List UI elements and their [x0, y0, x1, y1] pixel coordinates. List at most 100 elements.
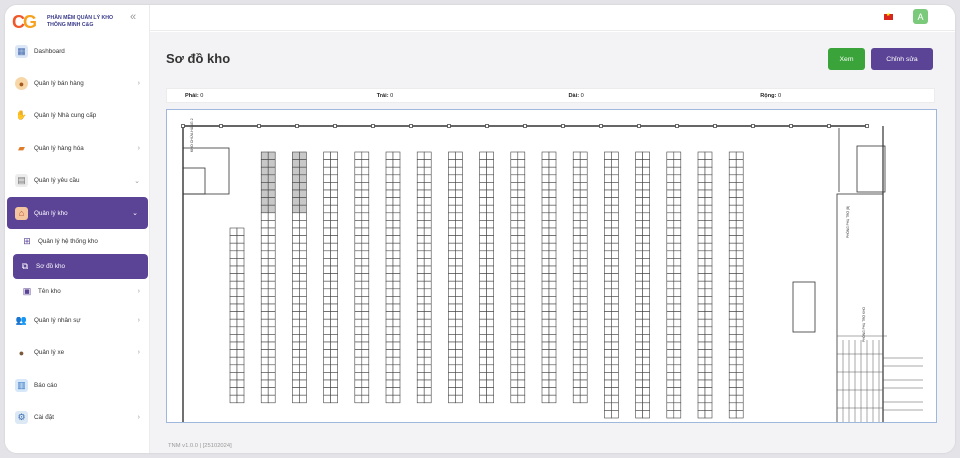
rack-cell[interactable] [735, 410, 744, 419]
rack-cell[interactable] [704, 410, 713, 419]
rack-cell[interactable] [486, 318, 494, 328]
rack-cell[interactable] [448, 379, 456, 388]
rack-cell[interactable] [604, 151, 612, 160]
rack-cell[interactable] [579, 394, 588, 404]
rack-cell[interactable] [323, 204, 331, 214]
sidebar-item-settings[interactable]: ⚙ Cài đặt › [5, 402, 150, 434]
rack-cell[interactable] [267, 280, 276, 290]
rack-cell[interactable] [385, 250, 394, 259]
rack-cell[interactable] [604, 394, 612, 404]
rack-cell[interactable] [229, 379, 238, 388]
rack-cell[interactable] [572, 288, 581, 297]
rack-cell[interactable] [572, 220, 581, 229]
rack-cell[interactable] [323, 372, 331, 381]
rack-cell[interactable] [735, 280, 744, 290]
rack-cell[interactable] [728, 182, 737, 191]
rack-cell[interactable] [728, 356, 737, 366]
rack-cell[interactable] [579, 258, 588, 267]
rack-cell[interactable] [673, 174, 682, 183]
rack-cell[interactable] [361, 265, 370, 274]
rack-cell[interactable] [292, 356, 300, 366]
rack-cell[interactable] [604, 242, 612, 252]
rack-cell[interactable] [666, 334, 675, 343]
rack-cell[interactable] [361, 394, 370, 404]
rack-cell[interactable] [392, 326, 401, 335]
rack-cell[interactable] [392, 174, 401, 183]
rack-cell[interactable] [486, 242, 494, 252]
rack-cell[interactable] [604, 326, 612, 335]
rack-cell[interactable] [260, 235, 269, 244]
rack-cell[interactable] [604, 220, 612, 229]
rack-cell[interactable] [735, 159, 744, 168]
rack-cell[interactable] [448, 182, 456, 191]
rack-cell[interactable] [666, 402, 675, 411]
rack-cell[interactable] [260, 288, 269, 297]
rack-cell[interactable] [330, 394, 338, 404]
rack-cell[interactable] [666, 387, 675, 396]
rack-cell[interactable] [697, 204, 706, 214]
rack-cell[interactable] [735, 326, 744, 335]
rack-cell[interactable] [260, 296, 269, 305]
rack-cell[interactable] [611, 159, 619, 168]
rack-cell[interactable] [548, 394, 557, 404]
rack-cell[interactable] [541, 258, 550, 267]
rack-cell[interactable] [330, 318, 338, 328]
rack-cell[interactable] [361, 235, 370, 244]
rack-cell[interactable] [299, 197, 307, 206]
rack-cell[interactable] [635, 182, 643, 191]
rack-cell[interactable] [541, 235, 550, 244]
rack-cell[interactable] [448, 227, 456, 236]
rack-cell[interactable] [260, 341, 269, 350]
rack-cell[interactable] [479, 250, 487, 259]
rack-cell[interactable] [416, 204, 425, 214]
rack-cell[interactable] [728, 394, 737, 404]
rack-cell[interactable] [423, 189, 432, 198]
rack-cell[interactable] [330, 349, 338, 358]
sidebar-subitem-warehouse-name[interactable]: ▣ Tên kho › [5, 279, 150, 304]
rack-cell[interactable] [604, 197, 612, 206]
rack-cell[interactable] [236, 334, 245, 343]
rack-cell[interactable] [448, 220, 456, 229]
rack-cell[interactable] [260, 394, 269, 404]
rack-cell[interactable] [572, 318, 581, 328]
rack-cell[interactable] [229, 265, 238, 274]
view-button[interactable]: Xem [828, 48, 865, 70]
rack-cell[interactable] [541, 174, 550, 183]
rack-cell[interactable] [423, 394, 432, 404]
rack-cell[interactable] [361, 197, 370, 206]
rack-cell[interactable] [423, 258, 432, 267]
rack-cell[interactable] [579, 197, 588, 206]
rack-cell[interactable] [330, 303, 338, 312]
rack-cell[interactable] [236, 387, 245, 396]
rack-cell[interactable] [673, 280, 682, 290]
rack-cell[interactable] [728, 303, 737, 312]
rack-cell[interactable] [579, 341, 588, 350]
rack-cell[interactable] [479, 166, 487, 176]
rack-cell[interactable] [486, 204, 494, 214]
rack-cell[interactable] [423, 159, 432, 168]
rack-cell[interactable] [323, 235, 331, 244]
rack-cell[interactable] [735, 189, 744, 198]
rack-cell[interactable] [236, 273, 245, 282]
rack-cell[interactable] [510, 364, 519, 373]
rack-cell[interactable] [385, 235, 394, 244]
rack-cell[interactable] [385, 349, 394, 358]
rack-cell[interactable] [728, 159, 737, 168]
rack-cell[interactable] [611, 166, 619, 176]
rack-cell[interactable] [486, 166, 494, 176]
rack-cell[interactable] [666, 265, 675, 274]
rack-cell[interactable] [292, 189, 300, 198]
rack-cell[interactable] [479, 227, 487, 236]
rack-cell[interactable] [299, 258, 307, 267]
rack-cell[interactable] [642, 318, 650, 328]
rack-cell[interactable] [735, 334, 744, 343]
rack-cell[interactable] [572, 227, 581, 236]
rack-cell[interactable] [666, 341, 675, 350]
rack-cell[interactable] [423, 220, 432, 229]
rack-cell[interactable] [361, 356, 370, 366]
rack-cell[interactable] [517, 212, 526, 221]
rack-cell[interactable] [510, 197, 519, 206]
rack-cell[interactable] [323, 326, 331, 335]
rack-cell[interactable] [611, 265, 619, 274]
rack-column[interactable] [510, 151, 526, 404]
